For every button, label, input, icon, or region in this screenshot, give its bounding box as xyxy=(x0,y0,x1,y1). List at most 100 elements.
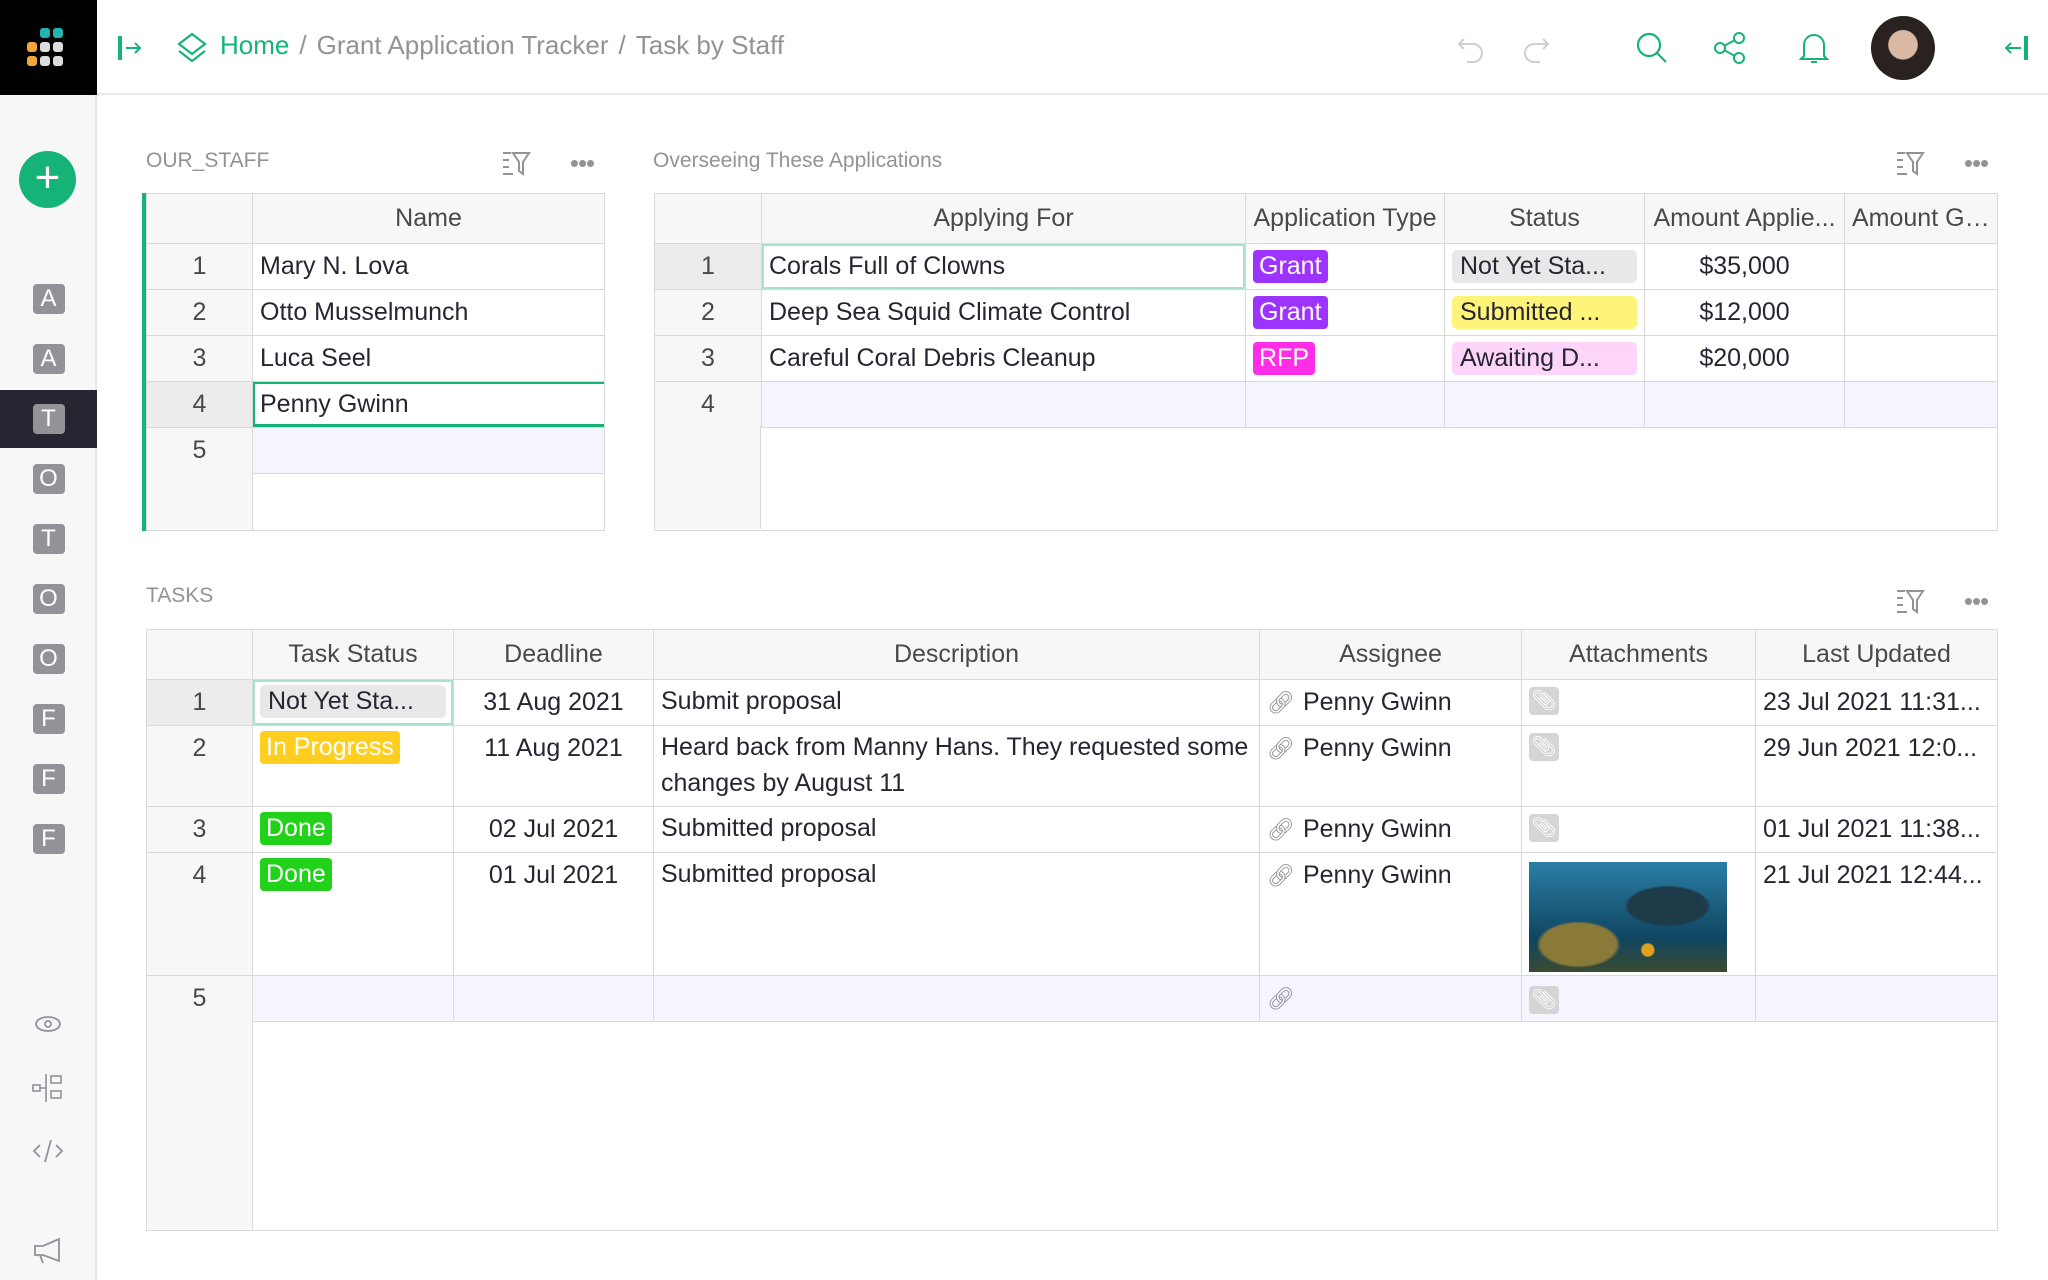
share-icon[interactable] xyxy=(1712,30,1748,66)
page-item[interactable]: T xyxy=(0,390,97,448)
applying-for-cell[interactable]: Careful Coral Debris Cleanup xyxy=(761,335,1246,382)
assignee-cell[interactable]: 🔗︎ Penny Gwinn xyxy=(1259,679,1522,726)
more-options-icon[interactable]: ••• xyxy=(1960,148,1992,178)
breadcrumb-doc[interactable]: Grant Application Tracker xyxy=(317,30,609,60)
bell-icon[interactable] xyxy=(1796,29,1832,67)
assignee-cell[interactable]: 🔗︎ Penny Gwinn xyxy=(1259,806,1522,853)
column-header[interactable]: Deadline xyxy=(453,629,654,680)
page-item[interactable]: F xyxy=(0,690,97,748)
amount-applied-cell[interactable]: $35,000 xyxy=(1644,243,1845,290)
task-status-cell[interactable]: Done xyxy=(252,852,454,976)
name-cell[interactable]: Otto Musselmunch xyxy=(252,289,605,336)
deadline-cell[interactable]: 31 Aug 2021 xyxy=(453,679,654,726)
attachment-icon[interactable]: 📎︎ xyxy=(1529,733,1559,761)
applying-for-cell[interactable]: Corals Full of Clowns xyxy=(761,243,1246,290)
task-status-cell[interactable]: Not Yet Sta... xyxy=(252,679,454,726)
application-type-cell[interactable]: Grant xyxy=(1245,243,1445,290)
description-cell[interactable]: Submit proposal xyxy=(653,679,1260,726)
application-type-cell[interactable]: RFP xyxy=(1245,335,1445,382)
description-cell[interactable]: Submitted proposal xyxy=(653,806,1260,853)
search-icon[interactable] xyxy=(1634,30,1670,66)
sort-filter-icon[interactable] xyxy=(1894,148,1926,178)
assignee-cell[interactable]: 🔗︎ Penny Gwinn xyxy=(1259,725,1522,807)
amount-granted-cell[interactable] xyxy=(1844,335,1998,382)
widget-tree-icon[interactable] xyxy=(30,1071,66,1105)
applying-for-cell[interactable]: Deep Sea Squid Climate Control xyxy=(761,289,1246,336)
table-row[interactable]: 2 Deep Sea Squid Climate Control Grant S… xyxy=(654,289,1998,336)
page-item[interactable]: F xyxy=(0,750,97,808)
name-cell[interactable]: Mary N. Lova xyxy=(252,243,605,290)
deadline-cell[interactable]: 02 Jul 2021 xyxy=(453,806,654,853)
page-item[interactable]: A xyxy=(0,330,97,388)
column-header[interactable]: Amount Grar xyxy=(1844,193,1998,244)
attachments-cell[interactable]: 📎︎ xyxy=(1521,679,1756,726)
table-row[interactable]: 3 Luca Seel xyxy=(146,335,605,382)
status-cell[interactable]: Not Yet Sta... xyxy=(1444,243,1645,290)
user-avatar[interactable] xyxy=(1871,16,1935,80)
megaphone-icon[interactable] xyxy=(30,1235,66,1267)
column-header[interactable]: Amount Applie... xyxy=(1644,193,1845,244)
table-row[interactable]: 1 Not Yet Sta... 31 Aug 2021 Submit prop… xyxy=(146,679,1998,726)
status-cell[interactable]: Submitted ... xyxy=(1444,289,1645,336)
add-new-button[interactable]: + xyxy=(19,151,76,208)
collapse-panel-icon[interactable] xyxy=(2000,32,2032,64)
name-cell[interactable]: Penny Gwinn xyxy=(252,381,605,428)
add-row[interactable]: 4 xyxy=(654,381,1998,428)
task-status-cell[interactable]: In Progress xyxy=(252,725,454,807)
assignee-cell[interactable]: 🔗︎ Penny Gwinn xyxy=(1259,852,1522,976)
task-status-cell[interactable]: Done xyxy=(252,806,454,853)
attachments-cell[interactable]: 📎︎ xyxy=(1521,806,1756,853)
sort-filter-icon[interactable] xyxy=(500,148,532,178)
expand-panel-icon[interactable] xyxy=(115,34,145,62)
more-options-icon[interactable]: ••• xyxy=(1960,586,1992,616)
page-item[interactable]: A xyxy=(0,270,97,328)
deadline-cell[interactable]: 01 Jul 2021 xyxy=(453,852,654,976)
application-type-cell[interactable]: Grant xyxy=(1245,289,1445,336)
column-header[interactable]: Task Status xyxy=(252,629,454,680)
column-header[interactable]: Application Type xyxy=(1245,193,1445,244)
table-row[interactable]: 1 Corals Full of Clowns Grant Not Yet St… xyxy=(654,243,1998,290)
column-header[interactable]: Applying For xyxy=(761,193,1246,244)
table-row[interactable]: 3 Careful Coral Debris Cleanup RFP Await… xyxy=(654,335,1998,382)
table-row[interactable]: 4 Penny Gwinn xyxy=(146,381,605,428)
page-item[interactable]: O xyxy=(0,450,97,508)
amount-granted-cell[interactable] xyxy=(1844,243,1998,290)
attachments-cell[interactable]: 📎︎ xyxy=(1521,725,1756,807)
page-item[interactable]: T xyxy=(0,510,97,568)
attachment-icon[interactable]: 📎︎ xyxy=(1529,985,1559,1014)
redo-icon[interactable] xyxy=(1520,32,1552,64)
add-row[interactable]: 5 xyxy=(146,427,605,474)
column-header[interactable]: Assignee xyxy=(1259,629,1522,680)
column-header[interactable]: Description xyxy=(653,629,1260,680)
description-cell[interactable]: Submitted proposal xyxy=(653,852,1260,976)
table-row[interactable]: 1 Mary N. Lova xyxy=(146,243,605,290)
table-row[interactable]: 3 Done 02 Jul 2021 Submitted proposal 🔗︎… xyxy=(146,806,1998,853)
deadline-cell[interactable]: 11 Aug 2021 xyxy=(453,725,654,807)
attachment-thumbnail[interactable] xyxy=(1529,862,1727,972)
page-item[interactable]: O xyxy=(0,630,97,688)
more-options-icon[interactable]: ••• xyxy=(566,148,598,178)
attachment-icon[interactable]: 📎︎ xyxy=(1529,814,1559,842)
code-icon[interactable] xyxy=(30,1135,66,1167)
breadcrumb-home[interactable]: Home xyxy=(220,30,289,60)
undo-icon[interactable] xyxy=(1455,32,1487,64)
column-header[interactable]: Attachments xyxy=(1521,629,1756,680)
status-cell[interactable]: Awaiting D... xyxy=(1444,335,1645,382)
table-row[interactable]: 2 Otto Musselmunch xyxy=(146,289,605,336)
new-cell[interactable] xyxy=(252,427,605,474)
description-cell[interactable]: Heard back from Manny Hans. They request… xyxy=(653,725,1260,807)
add-row[interactable]: 5 🔗︎ 📎︎ xyxy=(146,975,1998,1022)
table-row[interactable]: 2 In Progress 11 Aug 2021 Heard back fro… xyxy=(146,725,1998,807)
sort-filter-icon[interactable] xyxy=(1894,586,1926,616)
table-row[interactable]: 4 Done 01 Jul 2021 Submitted proposal 🔗︎… xyxy=(146,852,1998,976)
column-header[interactable]: Last Updated xyxy=(1755,629,1998,680)
amount-applied-cell[interactable]: $12,000 xyxy=(1644,289,1845,336)
eye-icon[interactable] xyxy=(30,1010,66,1038)
page-item[interactable]: O xyxy=(0,570,97,628)
attachment-icon[interactable]: 📎︎ xyxy=(1529,687,1559,715)
column-header[interactable]: Status xyxy=(1444,193,1645,244)
name-cell[interactable]: Luca Seel xyxy=(252,335,605,382)
amount-applied-cell[interactable]: $20,000 xyxy=(1644,335,1845,382)
page-item[interactable]: F xyxy=(0,810,97,868)
column-header-name[interactable]: Name xyxy=(252,193,605,244)
